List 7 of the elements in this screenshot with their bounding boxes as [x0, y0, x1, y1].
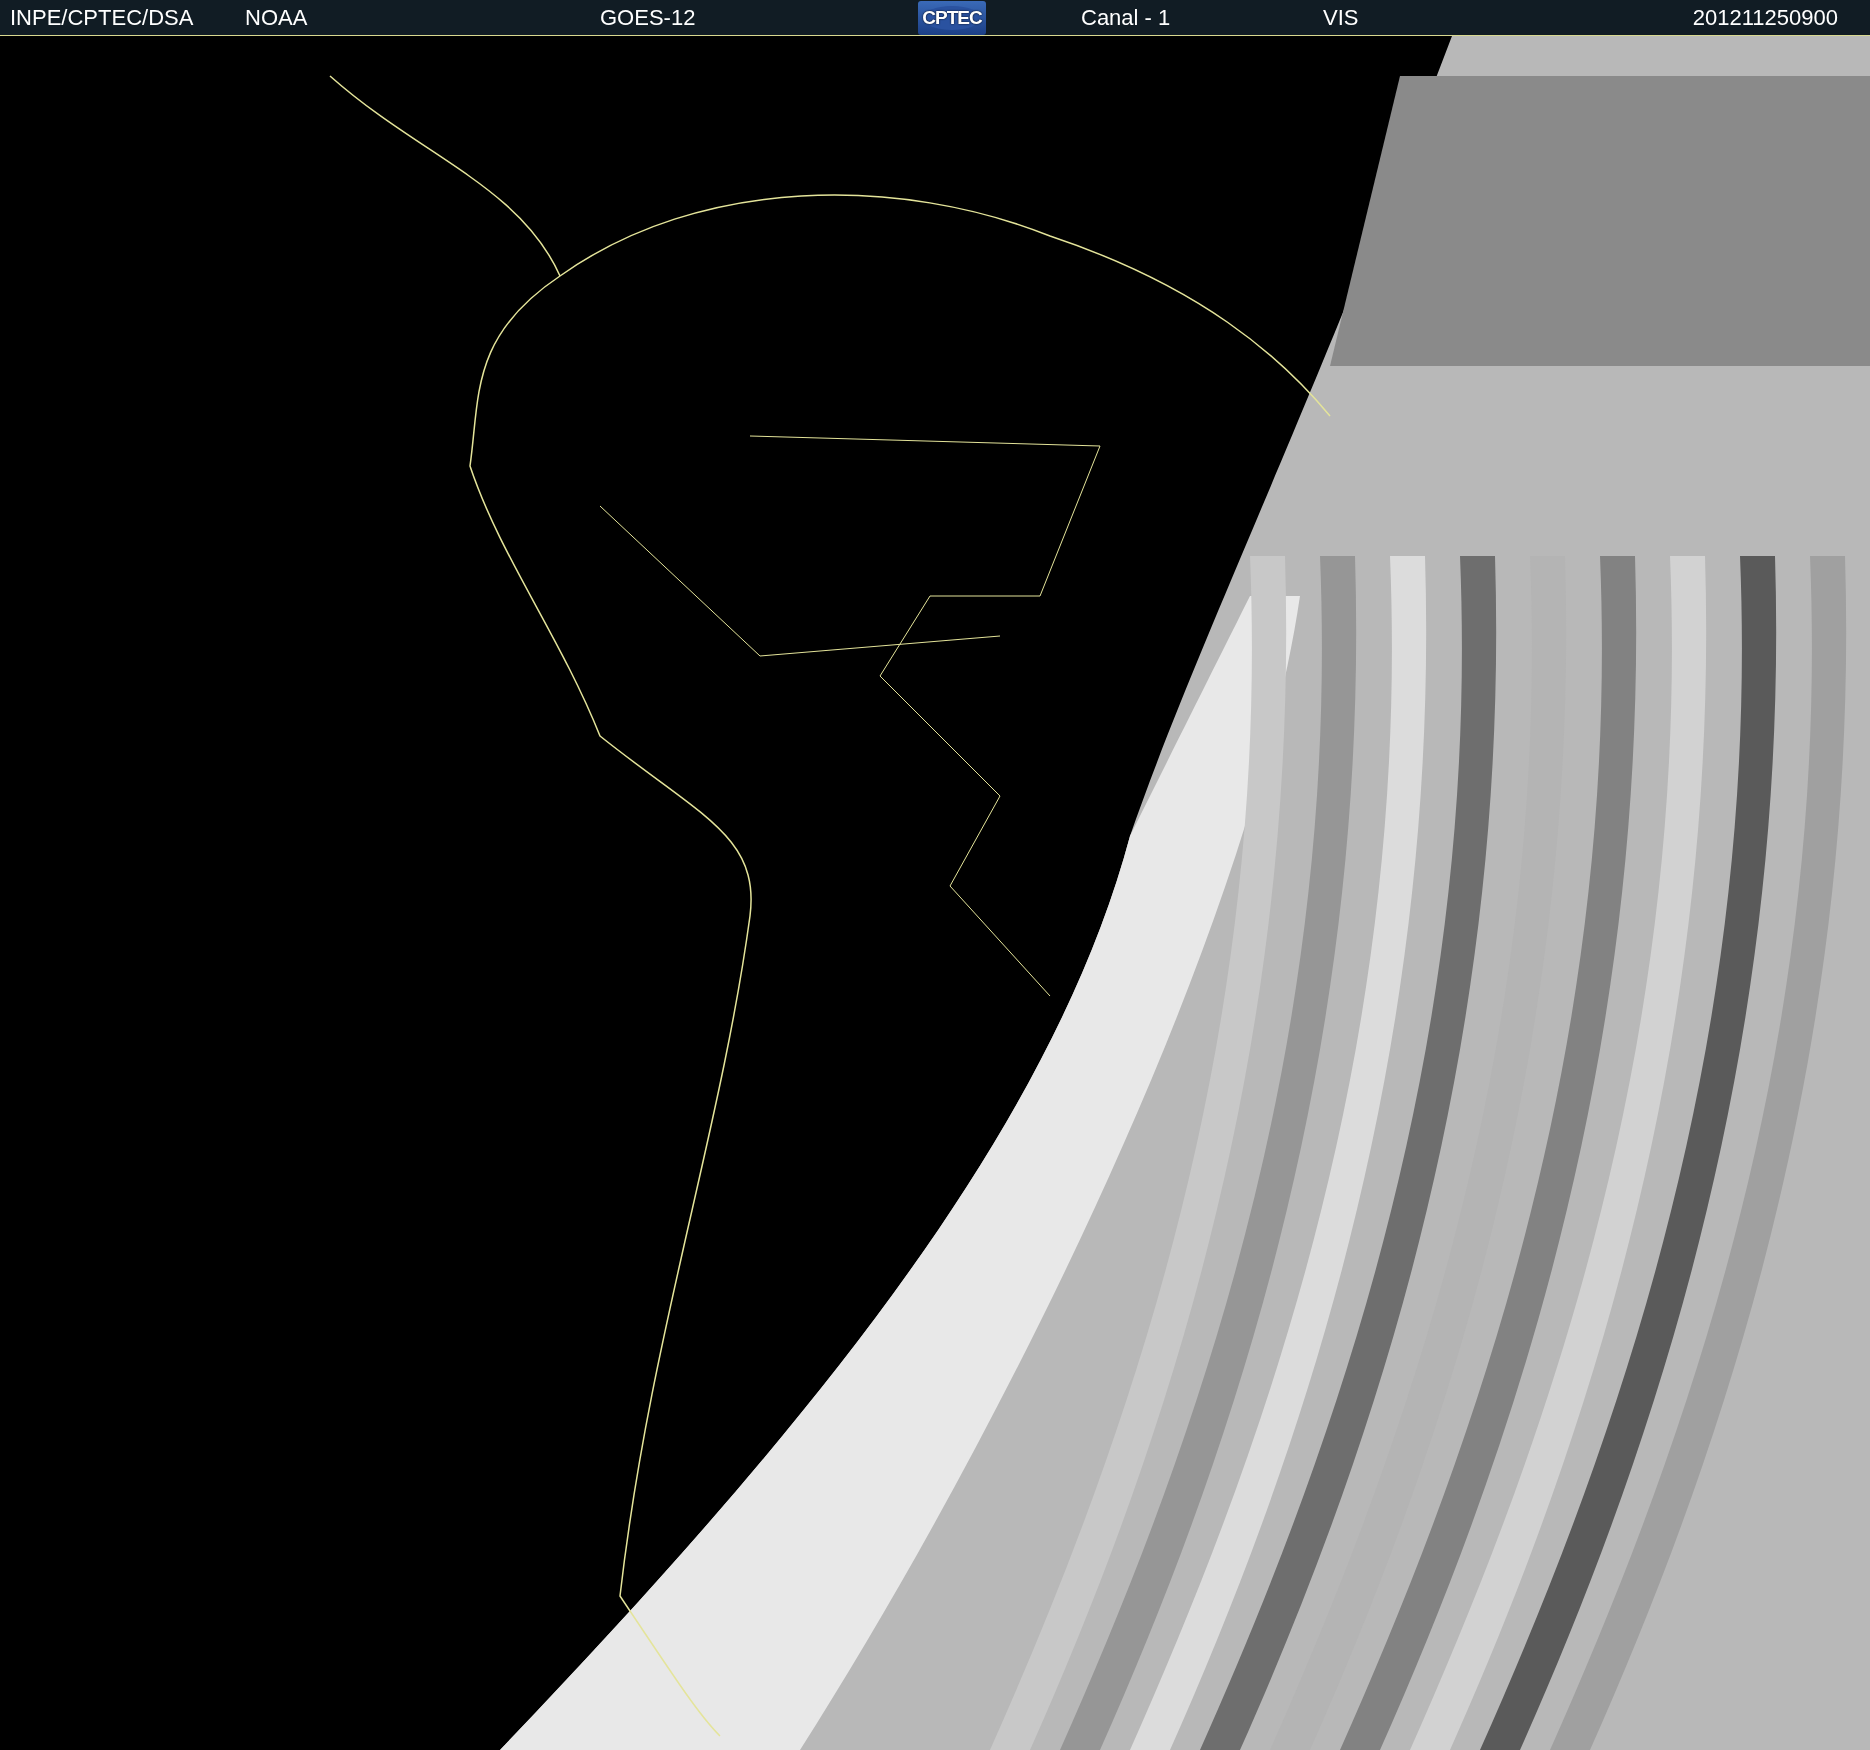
band-label: VIS [1323, 4, 1360, 31]
logo: CPTEC [918, 0, 986, 35]
timestamp-label: 201211250900 [1692, 4, 1838, 31]
agency-label: NOAA [245, 4, 309, 31]
channel-label: Canal - 1 [1081, 4, 1172, 31]
satellite-label: GOES-12 [600, 4, 697, 31]
source-label: INPE/CPTEC/DSA [10, 4, 195, 31]
